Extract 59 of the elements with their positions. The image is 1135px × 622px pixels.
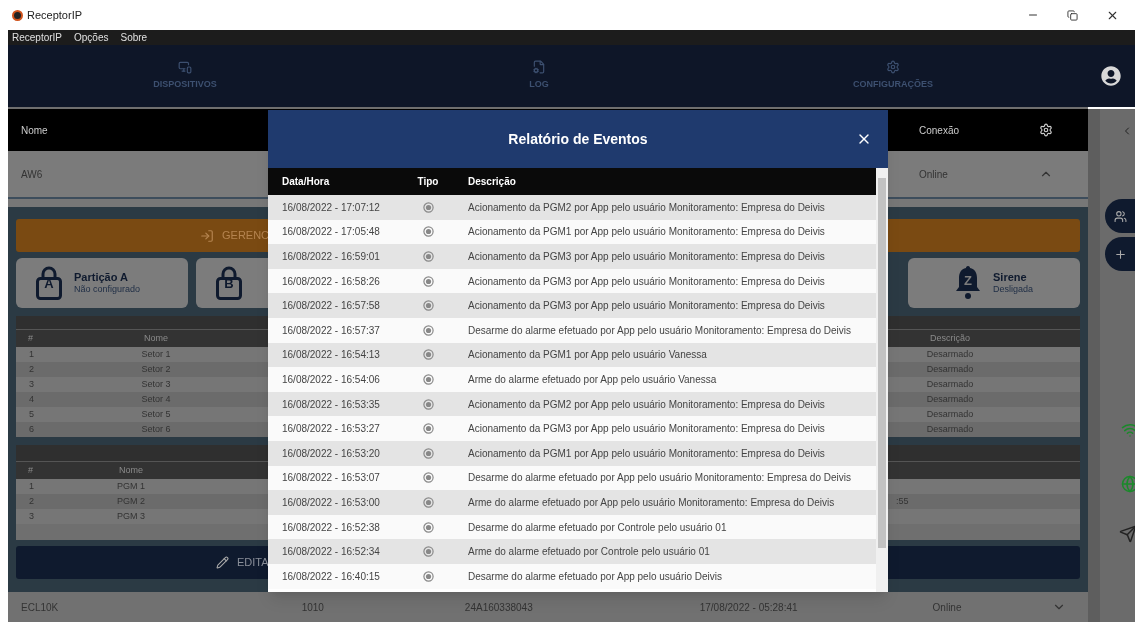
table-cell-text: Acionamento da PGM3 por App pelo usuário Monitoramento: Empresa do Deivis: [467, 299, 825, 314]
table-cell-text: 16/08/2022 - 17:05:48: [281, 225, 381, 240]
table-cell-text: Desarmado: [925, 347, 975, 361]
table-cell-text: 16/08/2022 - 16:59:01: [281, 250, 381, 264]
card-title: Sirene: [993, 270, 1028, 285]
table-cell-text: 5: [28, 407, 35, 421]
table-cell-text: Desarme do alarme efetuado por App pelo usuário Monitoramento: Empresa do Deivis: [467, 323, 851, 338]
dialog-title: Relatório de Eventos: [508, 129, 648, 149]
table-cell-text: Acionamento da PGM2 por App pelo usuário Monitoramento: Empresa do Deivis: [467, 397, 825, 412]
table-cell-text: 1: [28, 479, 35, 493]
table-cell-text: 16/08/2022 - 16:54:13: [281, 348, 381, 363]
table-cell-text: Setor 3: [140, 377, 172, 391]
table-cell-text: 16/08/2022 - 17:07:12: [281, 200, 381, 215]
table-cell-text: 16/08/2022 - 16:52:38: [281, 520, 381, 535]
table-cell-text: Desarmado: [925, 377, 975, 391]
table-cell-text: 16/08/2022 - 16:57:58: [281, 299, 381, 314]
table-cell-text: Arme do alarme efetuado por App pelo usuário Vanessa: [467, 372, 717, 387]
column-header: Nome: [143, 331, 169, 345]
card-letter: Z: [964, 273, 972, 287]
table-cell-text: Acionamento da PGM1 por App pelo usuário Monitoramento: Empresa do Deivis: [467, 225, 825, 240]
table-cell-text: 16/08/2022 - 16:57:37: [281, 323, 381, 338]
column-header: Descrição: [467, 175, 516, 189]
window-title: ReceptorIP: [27, 7, 83, 23]
column-header: #: [27, 331, 34, 345]
card-status: Não configurado: [74, 284, 141, 296]
table-cell-text: 16/08/2022 - 16:52:34: [281, 545, 381, 560]
column-header: Tipo: [416, 175, 440, 189]
column-header: Conexão: [919, 123, 961, 138]
table-cell-text: Acionamento da PGM3 por App pelo usuário Monitoramento: Empresa do Deivis: [467, 422, 825, 437]
table-cell-text: Desarme do alarme efetuado por Controle pelo usuário 01: [467, 520, 727, 535]
table-cell-text: Desarmado: [925, 407, 975, 421]
table-cell-text: Setor 1: [140, 347, 172, 361]
table-cell-text: 1: [28, 347, 35, 361]
column-header: Nome: [21, 123, 48, 138]
table-cell-text: Acionamento da PGM3 por App pelo usuário Monitoramento: Empresa do Deivis: [467, 250, 825, 264]
column-header: Data/Hora: [281, 175, 331, 189]
table-cell-text: Desarme do alarme efetuado por App pelo usuário Deivis: [467, 569, 723, 584]
table-cell-text: Setor 5: [140, 407, 172, 421]
table-cell-text: 16/08/2022 - 16:53:00: [281, 495, 381, 510]
table-cell-text: Acionamento da PGM3 por App pelo usuário Monitoramento: Empresa do Deivis: [467, 274, 825, 289]
column-header: #: [27, 463, 34, 477]
table-cell-text: Arme do alarme efetuado por App pelo usuário Monitoramento: Empresa do Deivis: [467, 495, 835, 510]
table-cell-text: Acionamento da PGM1 por App pelo usuário Vanessa: [467, 348, 707, 363]
table-cell-text: 16/08/2022 - 16:53:27: [281, 422, 381, 437]
table-cell-text: 16/08/2022 - 16:53:20: [281, 446, 381, 461]
card-title: Partição A: [74, 270, 129, 285]
table-cell-text: Acionamento da PGM1 por App pelo usuário Monitoramento: Empresa do Deivis: [467, 446, 825, 461]
column-header: Descrição: [929, 331, 971, 345]
table-cell-text: Desarme do alarme efetuado por App pelo usuário Monitoramento: Empresa do Deivis: [467, 471, 851, 486]
table-cell-text: 16/08/2022 - 16:54:06: [281, 372, 381, 387]
column-header: Nome: [118, 463, 144, 477]
table-cell-text: 16/08/2022 - 16:53:07: [281, 471, 381, 486]
table-cell-text: 16/08/2022 - 16:40:15: [281, 569, 381, 584]
table-cell-text: 16/08/2022 - 16:53:35: [281, 397, 381, 412]
table-cell-text: PGM 1: [116, 479, 146, 493]
table-cell-text: 16/08/2022 - 16:58:26: [281, 274, 381, 289]
table-cell-text: Arme do alarme efetuado por Controle pelo usuário 01: [467, 545, 710, 560]
card-status: Desligada: [993, 284, 1033, 296]
table-cell-text: Acionamento da PGM2 por App pelo usuário Monitoramento: Empresa do Deivis: [467, 200, 825, 215]
